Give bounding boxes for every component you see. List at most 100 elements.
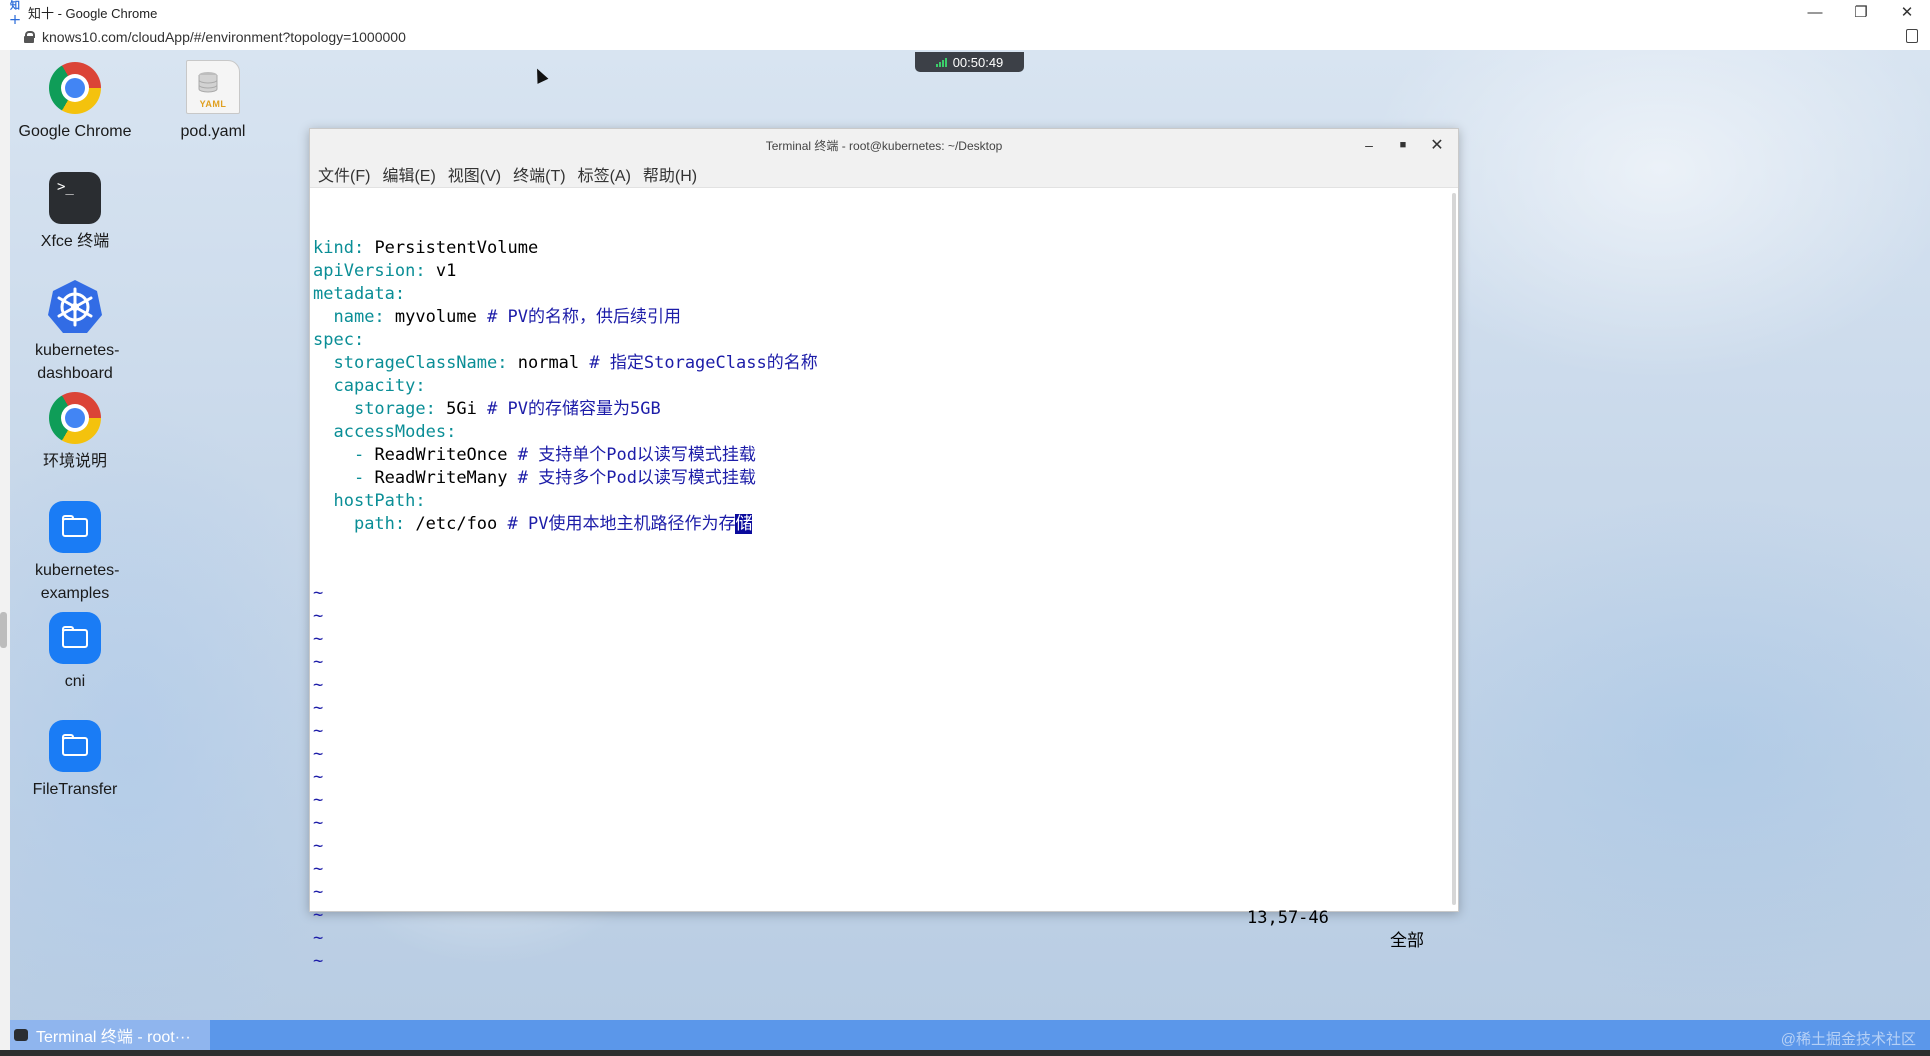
- empty-line-tilde: ~: [313, 767, 324, 787]
- yaml-file-icon: YAML: [186, 60, 240, 114]
- chrome-icon: [49, 62, 101, 114]
- folder-icon: [49, 720, 101, 772]
- empty-line-tilde: ~: [313, 629, 324, 649]
- yaml-value: PersistentVolume: [374, 238, 539, 258]
- address-bar[interactable]: knows10.com/cloudApp/#/environment?topol…: [0, 24, 1930, 51]
- yaml-key: storage:: [353, 399, 436, 419]
- code-line: spec:: [313, 329, 1458, 352]
- empty-line-tilde: ~: [313, 928, 324, 948]
- menu-help[interactable]: 帮助(H): [643, 162, 697, 186]
- empty-line-tilde: ~: [313, 583, 324, 603]
- terminal-content[interactable]: kind: PersistentVolume apiVersion: v1 meta…: [310, 188, 1458, 971]
- empty-line-tilde: ~: [313, 836, 324, 856]
- yaml-comment: # 支持多个Pod以读写模式挂载: [517, 468, 756, 488]
- desktop-icon-kubernetes-dashboard[interactable]: kubernetes-dashboard: [10, 280, 140, 385]
- session-timer: 00:50:49: [915, 52, 1024, 72]
- menu-view[interactable]: 视图(V): [448, 162, 501, 186]
- terminal-menubar: 文件(F) 编辑(E) 视图(V) 终端(T) 标签(A) 帮助(H): [310, 161, 1458, 188]
- session-timer-text: 00:50:49: [952, 54, 1004, 70]
- page-scrollbar[interactable]: [0, 612, 7, 648]
- yaml-comment: # PV的存储容量为5GB: [487, 399, 661, 419]
- empty-line-tilde: ~: [313, 698, 324, 718]
- yaml-comment: # 支持单个Pod以读写模式挂载: [517, 445, 756, 465]
- list-dash: -: [353, 468, 375, 488]
- desktop-icon-label: FileTransfer: [32, 781, 118, 798]
- code-line: hostPath:: [313, 490, 1458, 513]
- menu-file[interactable]: 文件(F): [318, 162, 370, 186]
- code-line: apiVersion: v1: [313, 260, 1458, 283]
- code-line: metadata:: [313, 283, 1458, 306]
- yaml-key: metadata:: [313, 284, 406, 304]
- share-icon[interactable]: [1906, 29, 1918, 43]
- terminal-scrollbar[interactable]: [1452, 193, 1456, 905]
- empty-line-tilde: ~: [313, 859, 324, 879]
- yaml-comment: # PV使用本地主机路径作为存: [507, 514, 736, 534]
- menu-tabs[interactable]: 标签(A): [578, 162, 631, 186]
- terminal-close-icon[interactable]: ✕: [1422, 129, 1452, 161]
- menu-terminal[interactable]: 终端(T): [513, 162, 565, 186]
- desktop-icon-label: kubernetes-examples: [35, 562, 120, 602]
- yaml-key: hostPath:: [333, 491, 426, 511]
- yaml-key: accessModes:: [333, 422, 457, 442]
- restore-icon[interactable]: ❐: [1838, 0, 1884, 24]
- terminal-window[interactable]: Terminal 终端 - root@kubernetes: ~/Desktop…: [309, 128, 1459, 971]
- terminal-title: Terminal 终端 - root@kubernetes: ~/Desktop: [765, 138, 1003, 153]
- menu-edit[interactable]: 编辑(E): [382, 162, 435, 186]
- left-gutter: [0, 50, 10, 1056]
- yaml-key: spec:: [313, 330, 365, 350]
- desktop-icon-xfce-terminal[interactable]: >_ Xfce 终端: [10, 172, 140, 253]
- empty-line-tilde: ~: [313, 790, 324, 810]
- yaml-key: kind:: [313, 238, 365, 258]
- code-line: name: myvolume # PV的名称，供后续引用: [313, 306, 1458, 329]
- code-line: accessModes:: [313, 421, 1458, 444]
- scroll-indicator: 全部: [1390, 931, 1424, 951]
- close-icon[interactable]: ✕: [1884, 0, 1930, 24]
- lock-icon[interactable]: [24, 31, 35, 43]
- desktop-icon-label: Google Chrome: [18, 123, 132, 140]
- yaml-key: capacity:: [333, 376, 426, 396]
- yaml-comment: # PV的名称，供后续引用: [487, 307, 682, 327]
- empty-line-tilde: ~: [313, 652, 324, 672]
- kubernetes-icon: [48, 280, 102, 333]
- bottom-strip: [0, 1050, 1930, 1056]
- empty-line-tilde: ~: [313, 744, 324, 764]
- url-text[interactable]: knows10.com/cloudApp/#/environment?topol…: [42, 29, 406, 45]
- yaml-value: ReadWriteMany: [374, 468, 508, 488]
- terminal-icon: >_: [49, 172, 101, 224]
- code-line: kind: PersistentVolume: [313, 237, 1458, 260]
- taskbar-item-label: Terminal 终端 - root···: [36, 1029, 191, 1046]
- yaml-editor[interactable]: kind: PersistentVolume apiVersion: v1 meta…: [313, 237, 1458, 536]
- site-favicon-icon: 知十: [10, 1, 20, 27]
- yaml-value: myvolume: [394, 307, 477, 327]
- folder-icon: [49, 612, 101, 664]
- desktop-icon-kubernetes-examples[interactable]: kubernetes-examples: [10, 501, 140, 605]
- desktop-icon-label: pod.yaml: [180, 123, 246, 140]
- signal-strength-icon: [935, 57, 947, 67]
- taskbar-terminal-item[interactable]: Terminal 终端 - root···: [10, 1020, 210, 1050]
- yaml-value: normal: [517, 353, 580, 373]
- folder-icon: [49, 501, 101, 553]
- desktop-icon-filetransfer[interactable]: FileTransfer: [10, 720, 140, 801]
- empty-line-tilde: ~: [313, 813, 324, 833]
- yaml-badge: YAML: [199, 99, 227, 109]
- empty-line-tilde: ~: [313, 675, 324, 695]
- desktop-icon-env-info[interactable]: 环境说明: [10, 392, 140, 473]
- empty-line-tilde: ~: [313, 951, 324, 971]
- yaml-value: v1: [435, 261, 457, 281]
- yaml-key: storageClassName:: [333, 353, 508, 373]
- terminal-minimize-icon[interactable]: –: [1354, 129, 1384, 161]
- code-line: - ReadWriteOnce # 支持单个Pod以读写模式挂载: [313, 444, 1458, 467]
- minimize-icon[interactable]: —: [1792, 0, 1838, 24]
- browser-titlebar: 知十 知十 - Google Chrome — ❐ ✕: [0, 0, 1930, 27]
- code-line: storageClassName: normal # 指定StorageClas…: [313, 352, 1458, 375]
- yaml-comment: # 指定StorageClass的名称: [589, 353, 818, 373]
- desktop-icon-cni[interactable]: cni: [10, 612, 140, 693]
- terminal-icon: [14, 1029, 28, 1041]
- vim-statusline: 13,57-46 全部: [310, 884, 1458, 951]
- yaml-value: ReadWriteOnce: [374, 445, 508, 465]
- terminal-titlebar[interactable]: Terminal 终端 - root@kubernetes: ~/Desktop…: [310, 129, 1458, 161]
- terminal-maximize-icon[interactable]: ■: [1388, 129, 1418, 161]
- desktop-icon-google-chrome[interactable]: Google Chrome: [10, 62, 140, 143]
- desktop-icon-pod-yaml[interactable]: YAML pod.yaml: [148, 60, 278, 143]
- text-cursor: 储: [735, 514, 753, 534]
